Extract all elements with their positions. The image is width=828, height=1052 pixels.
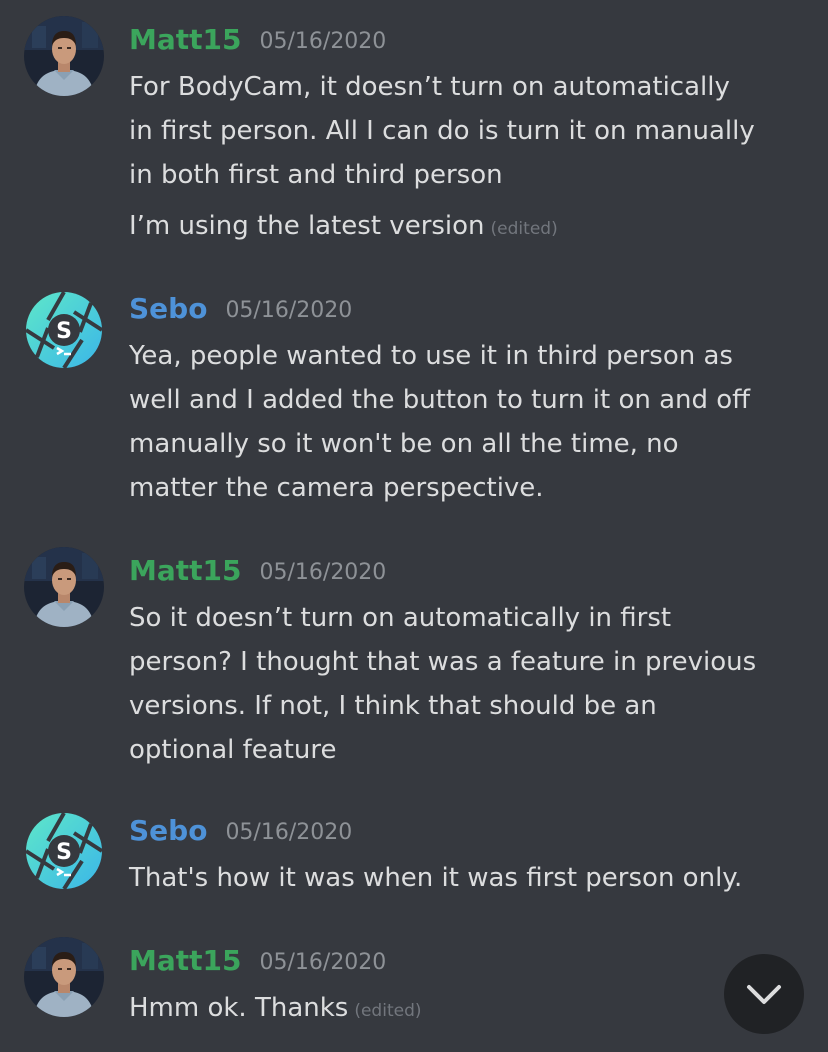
message-line: optional feature xyxy=(129,735,337,765)
man-portrait-icon xyxy=(24,16,104,96)
chat-message-list: Matt15 05/16/2020 For BodyCam, it doesn’… xyxy=(0,0,828,1052)
chevron-down-icon xyxy=(747,985,781,1004)
message-header: Matt15 05/16/2020 xyxy=(129,936,809,986)
message-line: That's how it was when it was first pers… xyxy=(129,863,743,893)
edited-label: (edited) xyxy=(490,219,558,239)
username[interactable]: Matt15 xyxy=(129,936,242,986)
message-content: Matt15 05/16/2020 For BodyCam, it doesn’… xyxy=(129,15,809,251)
message-content: Matt15 05/16/2020 Hmm ok. Thanks (edited) xyxy=(129,936,809,1033)
shutter-logo-icon xyxy=(24,290,104,370)
username[interactable]: Sebo xyxy=(129,284,207,334)
username[interactable]: Matt15 xyxy=(129,15,242,65)
avatar[interactable] xyxy=(24,547,104,627)
avatar[interactable] xyxy=(24,290,104,370)
timestamp: 05/16/2020 xyxy=(259,560,387,585)
message-content: Matt15 05/16/2020 So it doesn’t turn on … xyxy=(129,546,809,772)
message-line: well and I added the button to turn it o… xyxy=(129,385,751,415)
avatar[interactable] xyxy=(24,16,104,96)
message-header: Sebo 05/16/2020 xyxy=(129,806,809,856)
message-content: Sebo 05/16/2020 That's how it was when i… xyxy=(129,806,809,900)
message-line: For BodyCam, it doesn’t turn on automati… xyxy=(129,72,730,102)
timestamp: 05/16/2020 xyxy=(225,820,353,845)
message-header: Sebo 05/16/2020 xyxy=(129,284,809,334)
username[interactable]: Matt15 xyxy=(129,546,242,596)
message-line: in first person. All I can do is turn it… xyxy=(129,116,755,146)
username[interactable]: Sebo xyxy=(129,806,207,856)
timestamp: 05/16/2020 xyxy=(225,298,353,323)
avatar[interactable] xyxy=(24,937,104,1017)
message-line: versions. If not, I think that should be… xyxy=(129,691,657,721)
shutter-logo-icon xyxy=(24,811,104,891)
edited-label: (edited) xyxy=(354,1001,422,1021)
message-line: matter the camera perspective. xyxy=(129,473,544,503)
man-portrait-icon xyxy=(24,937,104,1017)
message-line: in both first and third person xyxy=(129,160,503,190)
message-line: manually so it won't be on all the time,… xyxy=(129,429,679,459)
timestamp: 05/16/2020 xyxy=(259,29,387,54)
timestamp: 05/16/2020 xyxy=(259,950,387,975)
man-portrait-icon xyxy=(24,547,104,627)
message-line: Yea, people wanted to use it in third pe… xyxy=(129,341,733,371)
scroll-to-bottom-button[interactable] xyxy=(724,954,804,1034)
avatar[interactable] xyxy=(24,811,104,891)
message-line: Hmm ok. Thanks (edited) xyxy=(129,986,809,1033)
message-line: I’m using the latest version (edited) xyxy=(129,204,809,251)
message-header: Matt15 05/16/2020 xyxy=(129,546,809,596)
message-text: Hmm ok. Thanks xyxy=(129,993,349,1023)
message-line: person? I thought that was a feature in … xyxy=(129,647,757,677)
message-line: So it doesn’t turn on automatically in f… xyxy=(129,603,672,633)
followup-text: I’m using the latest version xyxy=(129,211,485,241)
message-header: Matt15 05/16/2020 xyxy=(129,15,809,65)
message-content: Sebo 05/16/2020 Yea, people wanted to us… xyxy=(129,284,809,510)
